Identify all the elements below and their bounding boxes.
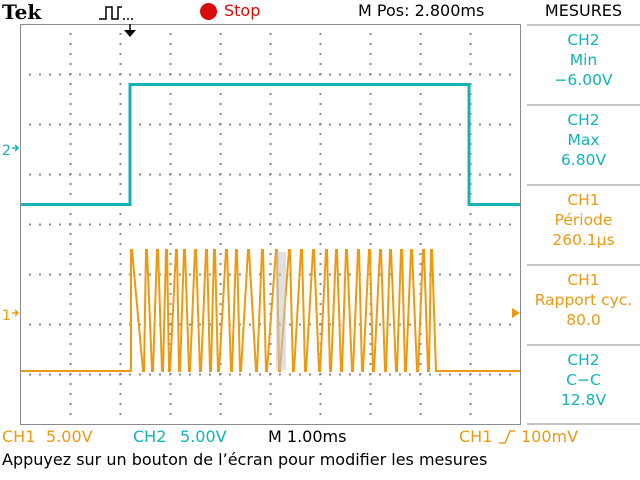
measurement-label: Rapport cyc. <box>534 291 633 309</box>
measurement-channel: CH2 <box>567 111 600 129</box>
measurement-slot-5[interactable]: CH2 C−C 12.8V <box>527 350 640 410</box>
measurement-value: 80.0 <box>566 311 601 329</box>
measurement-channel: CH2 <box>567 351 600 369</box>
ch2-label: CH2 <box>133 427 167 446</box>
measurement-value: −6.00V <box>554 71 613 89</box>
ch1-scale: 5.00V <box>46 427 93 446</box>
rising-edge-icon <box>499 430 515 444</box>
measurement-value: 6.80V <box>560 151 607 169</box>
bottom-status-bar: CH1 5.00V CH2 5.00V M 1.00ms CH1 100mV <box>0 426 640 448</box>
measurement-slot-2[interactable]: CH2 Max 6.80V <box>527 110 640 170</box>
measurement-label: Période <box>554 211 613 229</box>
trigger-level-icon <box>512 308 520 318</box>
ch2-ground-arrow-icon <box>12 144 20 152</box>
help-prompt: Appuyez sur un bouton de l’écran pour mo… <box>2 450 488 469</box>
timebase-readout: M 1.00ms <box>268 427 347 446</box>
measurement-channel: CH1 <box>567 271 600 289</box>
measurement-slot-3[interactable]: CH1 Période 260.1µs <box>527 190 640 250</box>
trigger-source: CH1 <box>459 427 493 446</box>
ch2-scale: 5.00V <box>180 427 227 446</box>
ch2-ground-marker: 2 <box>2 143 11 159</box>
trigger-level: 100mV <box>521 427 579 446</box>
measurement-channel: CH1 <box>567 191 600 209</box>
measurement-slot-4[interactable]: CH1 Rapport cyc. 80.0 <box>527 270 640 330</box>
measurement-channel: CH2 <box>567 31 600 49</box>
measurement-label: Min <box>569 51 598 69</box>
ch1-label: CH1 <box>2 427 36 446</box>
measurement-value: 12.8V <box>560 391 607 409</box>
trigger-position-icon <box>124 30 136 37</box>
measurement-value: 260.1µs <box>552 231 615 249</box>
graticule-dots <box>29 33 512 415</box>
measurement-label: C−C <box>566 371 601 389</box>
ch1-waveform <box>21 249 520 372</box>
ch1-ground-arrow-icon <box>12 309 20 317</box>
ch1-ground-marker: 1 <box>2 308 11 324</box>
measurement-slot-1[interactable]: CH2 Min −6.00V <box>527 30 640 90</box>
measurement-label: Max <box>567 131 600 149</box>
